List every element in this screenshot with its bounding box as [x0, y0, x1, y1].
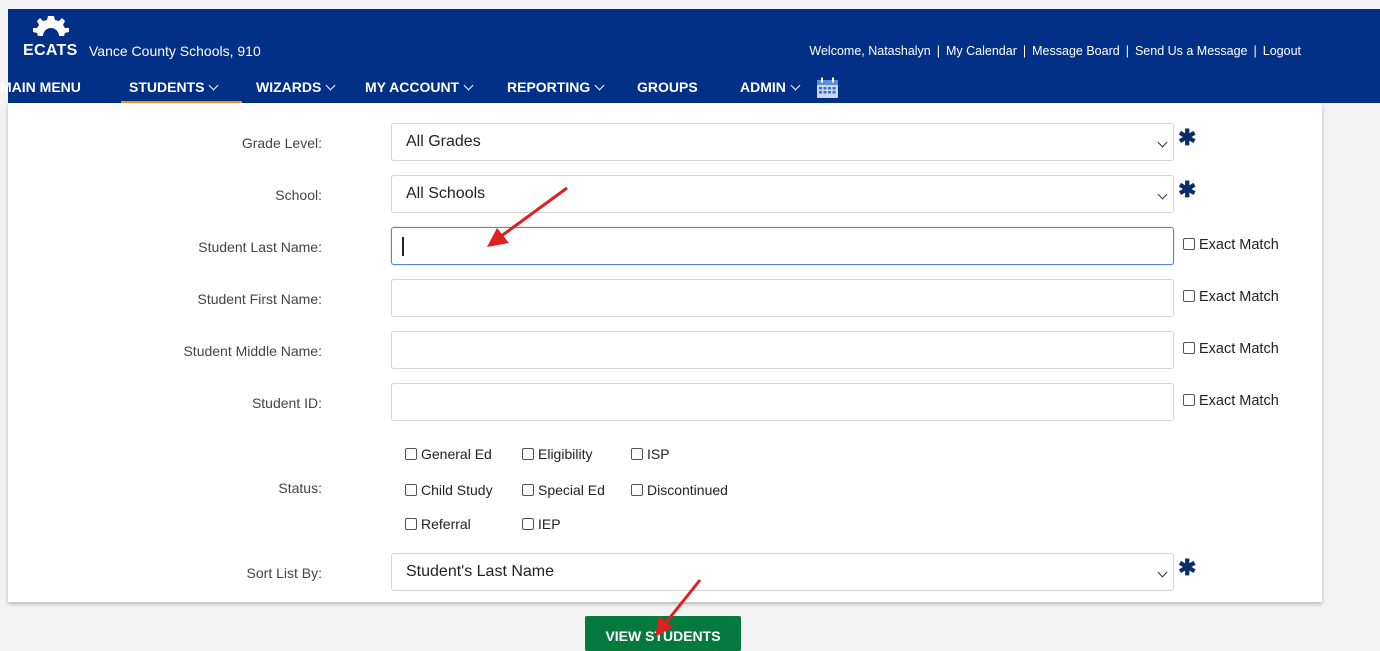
- first-name-input[interactable]: [391, 279, 1174, 317]
- my-calendar-link[interactable]: My Calendar: [946, 44, 1017, 58]
- school-label: School:: [275, 187, 322, 203]
- district-name: Vance County Schools, 910: [89, 43, 261, 59]
- last-name-exact-match[interactable]: Exact Match: [1183, 237, 1279, 253]
- student-id-label: Student ID:: [251, 395, 322, 411]
- chevron-down-icon: [1157, 567, 1168, 578]
- nav-students[interactable]: STUDENTS: [129, 79, 219, 95]
- required-icon: ✱: [1178, 555, 1197, 580]
- nav-wizards[interactable]: WIZARDS: [256, 79, 336, 95]
- status-referral[interactable]: Referral: [405, 516, 471, 532]
- chevron-down-icon: [1157, 137, 1168, 148]
- welcome-text: Welcome, Natashalyn: [809, 44, 931, 58]
- checkbox-icon[interactable]: [522, 484, 534, 496]
- nav-groups[interactable]: GROUPS: [637, 79, 698, 95]
- checkbox-icon[interactable]: [522, 448, 534, 460]
- status-general-ed[interactable]: General Ed: [405, 446, 492, 462]
- status-isp[interactable]: ISP: [631, 446, 670, 462]
- required-icon: ✱: [1178, 125, 1197, 150]
- search-form-card: Grade Level: All Grades ✱ School: All Sc…: [8, 103, 1322, 602]
- last-name-input[interactable]: [391, 227, 1174, 265]
- chevron-down-icon: [209, 80, 219, 91]
- student-id-exact-match[interactable]: Exact Match: [1183, 393, 1279, 409]
- checkbox-icon[interactable]: [1183, 290, 1195, 302]
- message-board-link[interactable]: Message Board: [1032, 44, 1120, 58]
- send-message-link[interactable]: Send Us a Message: [1135, 44, 1248, 58]
- middle-name-input[interactable]: [391, 331, 1174, 369]
- status-label: Status:: [278, 480, 322, 496]
- checkbox-icon[interactable]: [405, 448, 417, 460]
- status-discontinued[interactable]: Discontinued: [631, 482, 728, 498]
- sort-by-select[interactable]: Student's Last Name: [391, 553, 1174, 591]
- checkbox-icon[interactable]: [631, 448, 643, 460]
- grade-level-select[interactable]: All Grades: [391, 123, 1174, 161]
- nav-main-menu[interactable]: MAIN MENU: [0, 79, 81, 95]
- last-name-label: Student Last Name:: [198, 239, 322, 255]
- status-iep[interactable]: IEP: [522, 516, 561, 532]
- status-special-ed[interactable]: Special Ed: [522, 482, 605, 498]
- status-eligibility[interactable]: Eligibility: [522, 446, 592, 462]
- chevron-down-icon: [790, 80, 801, 91]
- nav-reporting[interactable]: REPORTING: [507, 79, 605, 95]
- nav-admin[interactable]: ADMIN: [740, 79, 801, 95]
- calendar-icon[interactable]: [816, 77, 839, 99]
- checkbox-icon[interactable]: [405, 484, 417, 496]
- chevron-down-icon: [594, 80, 605, 91]
- checkbox-icon[interactable]: [405, 518, 417, 530]
- first-name-exact-match[interactable]: Exact Match: [1183, 289, 1279, 305]
- school-select[interactable]: All Schools: [391, 175, 1174, 213]
- top-links: Welcome, Natashalyn | My Calendar | Message …: [809, 44, 1301, 58]
- nav-my-account[interactable]: MY ACCOUNT: [365, 79, 474, 95]
- main-nav: MAIN MENU STUDENTS WIZARDS MY ACCOUNT RE…: [0, 74, 1380, 104]
- chevron-down-icon: [463, 80, 474, 91]
- text-caret: [402, 237, 404, 256]
- first-name-label: Student First Name:: [197, 291, 323, 307]
- chevron-down-icon: [1157, 189, 1168, 200]
- middle-name-exact-match[interactable]: Exact Match: [1183, 341, 1279, 357]
- checkbox-icon[interactable]: [1183, 394, 1195, 406]
- checkbox-icon[interactable]: [631, 484, 643, 496]
- chevron-down-icon: [325, 80, 336, 91]
- status-child-study[interactable]: Child Study: [405, 482, 493, 498]
- required-icon: ✱: [1178, 177, 1197, 202]
- grade-level-label: Grade Level:: [241, 135, 322, 151]
- logo-text: ECATS: [23, 42, 78, 59]
- logout-link[interactable]: Logout: [1263, 44, 1301, 58]
- checkbox-icon[interactable]: [522, 518, 534, 530]
- view-students-button[interactable]: VIEW STUDENTS: [585, 616, 741, 651]
- middle-name-label: Student Middle Name:: [183, 343, 322, 359]
- checkbox-icon[interactable]: [1183, 238, 1195, 250]
- student-id-input[interactable]: [391, 383, 1174, 421]
- checkbox-icon[interactable]: [1183, 342, 1195, 354]
- app-header: ECATS Vance County Schools, 910 Welcome,…: [0, 9, 1380, 104]
- sort-by-label: Sort List By:: [246, 565, 322, 581]
